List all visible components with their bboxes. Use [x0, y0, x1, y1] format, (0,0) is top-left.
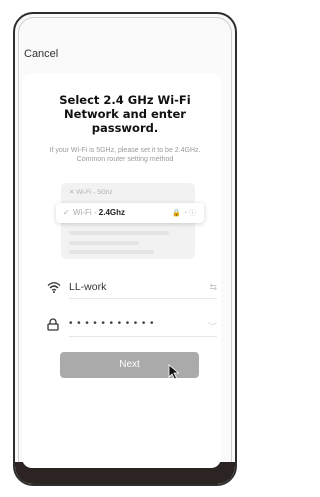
wifi-24-row: ✓ Wi-Fi - 2.4Ghz 🔒 ◔ ⓘ	[56, 203, 204, 223]
network-field[interactable]: LL-work ⇆	[47, 277, 217, 299]
wifi-24-label: Wi-Fi - 2.4Ghz	[73, 208, 125, 217]
field-underline	[69, 298, 217, 299]
router-help-text[interactable]: If your Wi-Fi is 5GHz, please set it to …	[36, 146, 214, 164]
cancel-button[interactable]: Cancel	[24, 48, 58, 60]
switch-network-icon[interactable]: ⇆	[209, 282, 217, 293]
placeholder-line	[69, 241, 139, 245]
page-title: Select 2.4 GHz Wi-Fi Network and enter p…	[59, 93, 191, 135]
wifi-5g-row: ✕ Wi-Fi - 5Ghz	[69, 188, 113, 196]
check-icon: ✓	[63, 208, 70, 217]
password-field[interactable]: ••••••••••• ︶	[47, 315, 217, 337]
mouse-cursor-icon	[168, 364, 181, 385]
lock-icon	[47, 318, 59, 336]
wifi-status-icons: 🔒 ◔ ⓘ	[172, 210, 196, 217]
wifi-5g-label: Wi-Fi - 5Ghz	[76, 189, 113, 196]
network-name: LL-work	[69, 281, 107, 293]
placeholder-line	[69, 231, 169, 235]
wifi-icon	[47, 280, 61, 298]
field-underline	[69, 336, 217, 337]
x-icon: ✕	[69, 189, 75, 196]
password-input[interactable]: •••••••••••	[69, 318, 158, 329]
hide-password-icon[interactable]: ︶	[208, 320, 217, 333]
placeholder-line	[69, 250, 154, 254]
